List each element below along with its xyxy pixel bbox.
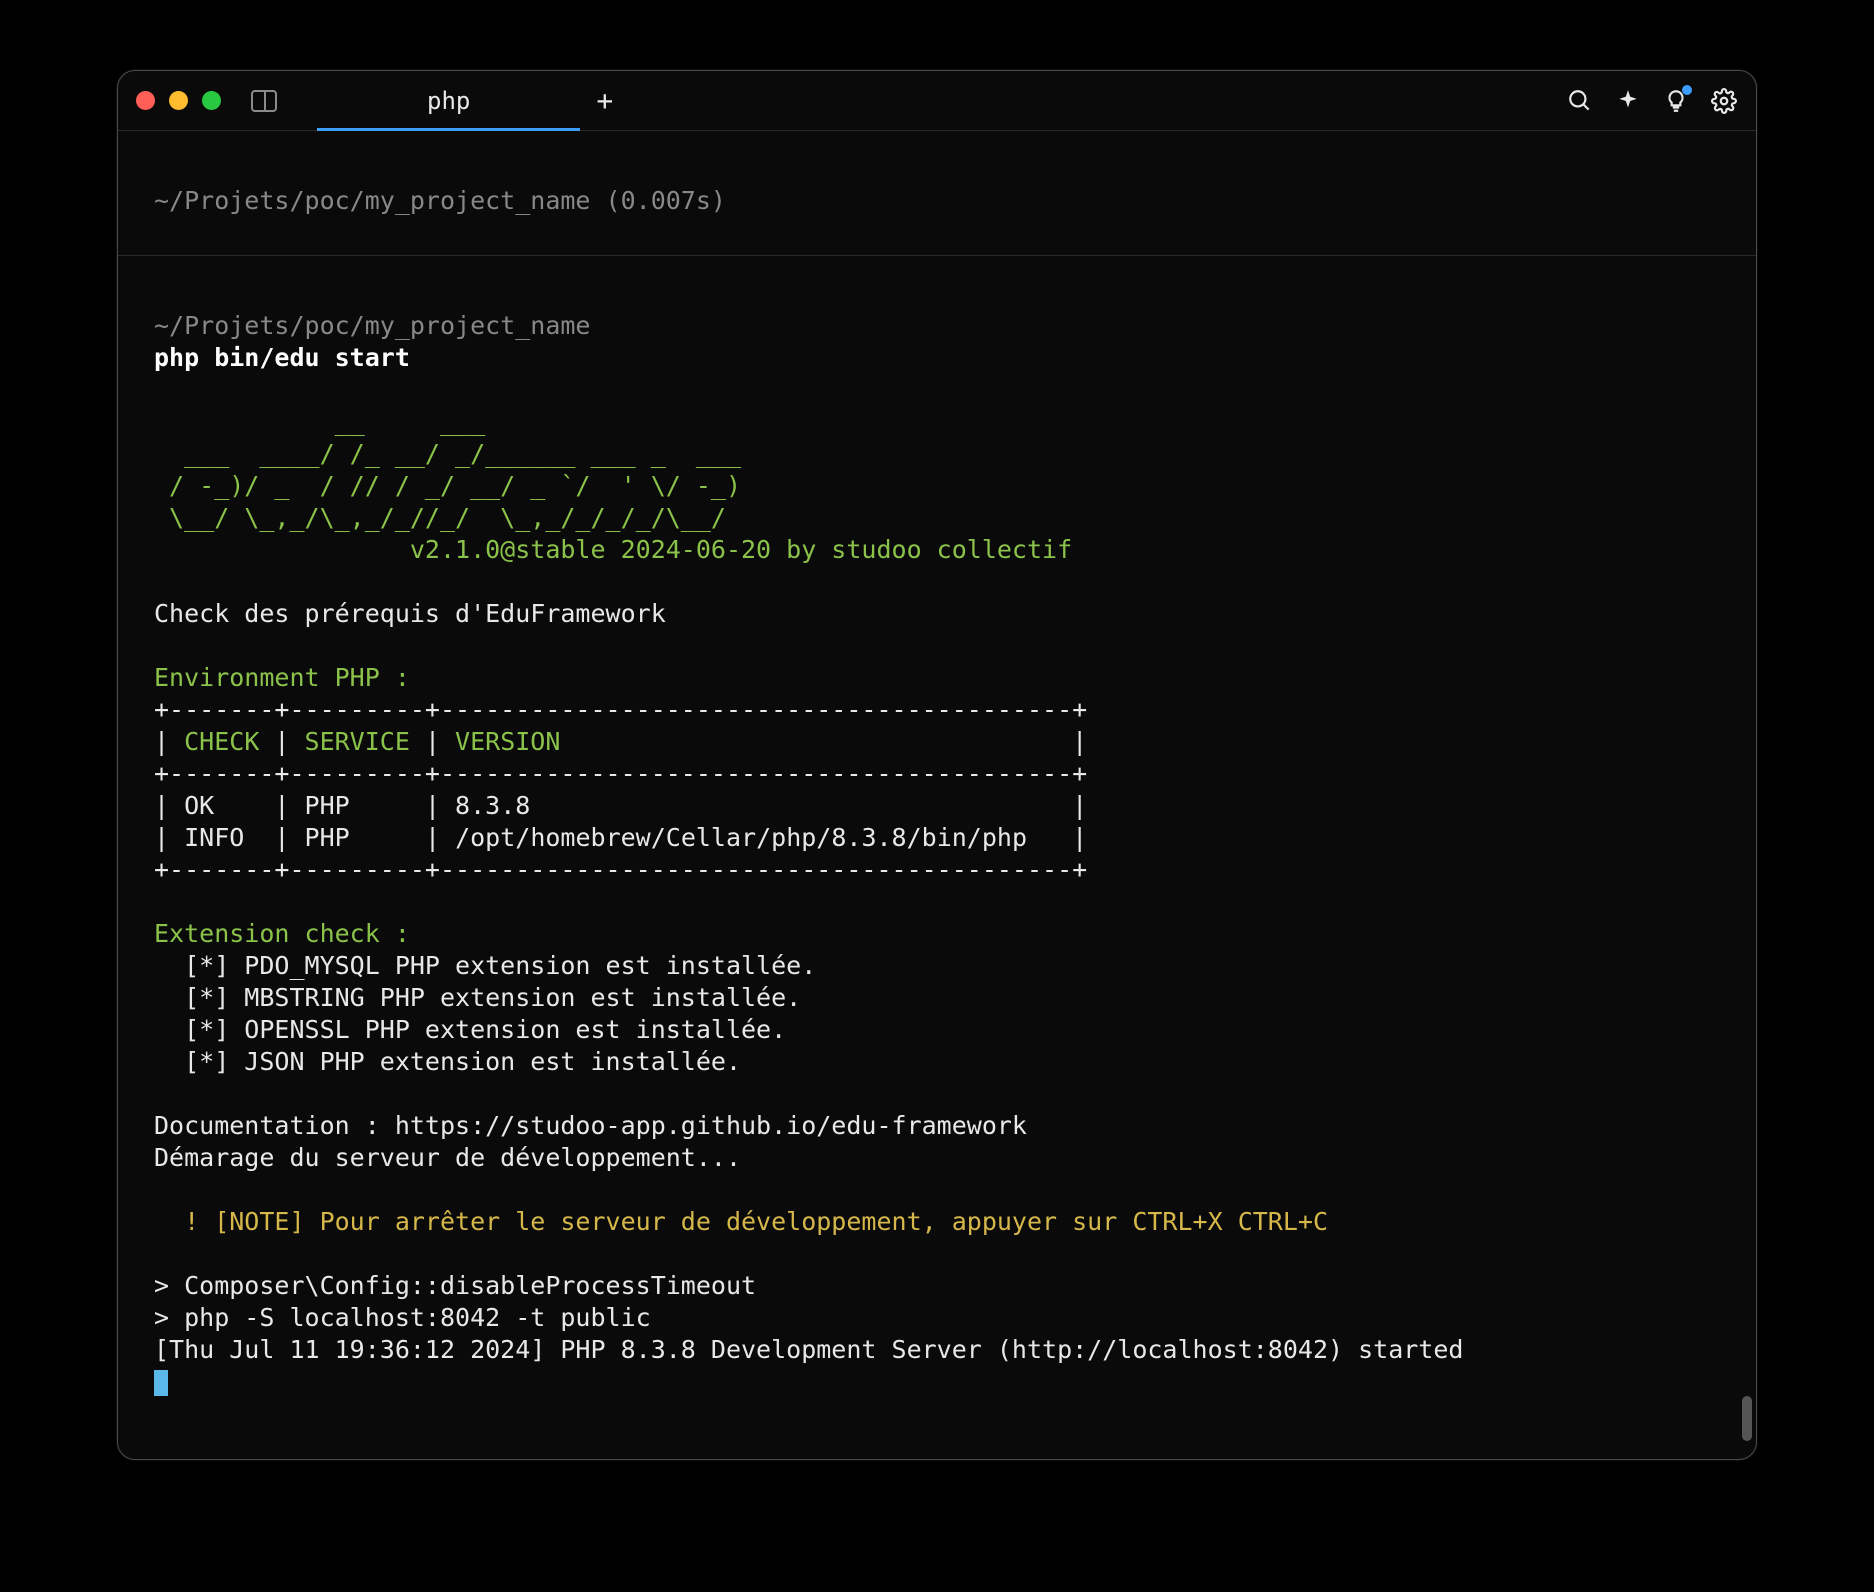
prompt-path-2: ~/Projets/poc/my_project_name xyxy=(154,311,591,340)
table-border-mid: +-------+---------+---------------------… xyxy=(154,759,1087,788)
terminal-output[interactable]: ~/Projets/poc/my_project_name (0.007s) ~… xyxy=(118,131,1756,1420)
sparkle-icon[interactable] xyxy=(1614,87,1642,115)
ext-openssl: [*] OPENSSL PHP extension est installée. xyxy=(154,1015,786,1044)
ext-heading: Extension check : xyxy=(154,919,410,948)
table-row-1: | OK | PHP | 8.3.8 | xyxy=(154,791,1087,820)
start-line: Démarage du serveur de développement... xyxy=(154,1143,741,1172)
check-heading: Check des prérequis d'EduFramework xyxy=(154,599,666,628)
ext-mbstring: [*] MBSTRING PHP extension est installée… xyxy=(154,983,801,1012)
tab-label: php xyxy=(427,87,470,115)
env-heading: Environment PHP : xyxy=(154,663,410,692)
composer-line: > Composer\Config::disableProcessTimeout xyxy=(154,1271,756,1300)
version-line: v2.1.0@stable 2024-06-20 by studoo colle… xyxy=(154,535,1072,564)
settings-icon[interactable] xyxy=(1710,87,1738,115)
table-header-version: VERSION xyxy=(455,727,560,756)
split-pane-icon[interactable] xyxy=(251,90,277,112)
table-row-2: | INFO | PHP | /opt/homebrew/Cellar/php/… xyxy=(154,823,1087,852)
table-border-top: +-------+---------+---------------------… xyxy=(154,695,1087,724)
new-tab-button[interactable]: + xyxy=(580,84,629,117)
tabs: php + xyxy=(317,71,629,131)
doc-line: Documentation : https://studoo-app.githu… xyxy=(154,1111,1027,1140)
traffic-lights xyxy=(136,91,221,110)
cursor xyxy=(154,1370,168,1396)
note-line: ! [NOTE] Pour arrêter le serveur de déve… xyxy=(154,1207,1328,1236)
close-window-button[interactable] xyxy=(136,91,155,110)
table-header-check: CHECK xyxy=(184,727,259,756)
titlebar-actions xyxy=(1566,87,1738,115)
serve-line: > php -S localhost:8042 -t public xyxy=(154,1303,651,1332)
maximize-window-button[interactable] xyxy=(202,91,221,110)
notification-dot xyxy=(1682,85,1692,95)
prompt-path-1: ~/Projets/poc/my_project_name (0.007s) xyxy=(154,186,726,215)
lightbulb-icon[interactable] xyxy=(1662,87,1690,115)
minimize-window-button[interactable] xyxy=(169,91,188,110)
terminal-window: php + ~/Projets/poc/my_project_name (0.0… xyxy=(117,70,1757,1460)
command-line: php bin/edu start xyxy=(154,343,410,372)
ext-pdo: [*] PDO_MYSQL PHP extension est installé… xyxy=(154,951,816,980)
table-header-service: SERVICE xyxy=(305,727,410,756)
search-icon[interactable] xyxy=(1566,87,1594,115)
scrollbar-thumb[interactable] xyxy=(1742,1396,1752,1441)
table-border-bottom: +-------+---------+---------------------… xyxy=(154,855,1087,884)
server-started-line: [Thu Jul 11 19:36:12 2024] PHP 8.3.8 Dev… xyxy=(154,1335,1463,1364)
tab-php[interactable]: php xyxy=(317,71,580,131)
ascii-logo: __ ___ ___ ____/ /_ __/ _/______ ___ _ _… xyxy=(154,407,741,532)
titlebar: php + xyxy=(118,71,1756,131)
ext-json: [*] JSON PHP extension est installée. xyxy=(154,1047,741,1076)
